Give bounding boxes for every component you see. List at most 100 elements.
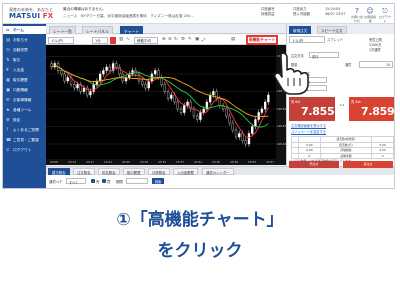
sidebar-item-home[interactable]: ⌂ ホーム xyxy=(3,26,46,34)
sidebar-item-logout[interactable]: ⎋ ログアウト xyxy=(3,146,46,154)
sell-price-panel[interactable]: 売 Bid 7.855 xyxy=(289,97,335,121)
candle-body xyxy=(66,77,69,82)
account2-value: 受入可能額 xyxy=(293,12,310,16)
candle-body xyxy=(192,108,196,117)
price-chart[interactable] xyxy=(46,45,276,159)
x-tick-label: 23:29 xyxy=(140,160,149,164)
news-line-2[interactable]: ニュース NYダウ一日高、米中通商協議進展を期待 ディズニー株は反落 200..… xyxy=(63,14,253,19)
buy-checkbox[interactable] xyxy=(102,179,106,183)
draw-icon[interactable]: ✎ xyxy=(188,37,192,42)
y-tick-label: 108.40 xyxy=(277,142,287,146)
sell-checkbox[interactable] xyxy=(91,179,95,183)
expand-icon[interactable]: ⤢ xyxy=(202,37,206,43)
candle-body xyxy=(98,73,102,82)
tab-account-inquiry[interactable]: 口座照会 xyxy=(148,168,170,175)
candle-body xyxy=(141,80,144,85)
sidebar-item-customer[interactable]: ✉ お客様情報 xyxy=(3,96,46,104)
history-icon: ▦ xyxy=(6,77,10,82)
sidebar-item-tools[interactable]: ★ 各種ツール xyxy=(3,106,46,114)
user-icon[interactable]: ☺ お客様情報 xyxy=(364,7,376,23)
order-tab-bar: 新規注文 スピード注文 xyxy=(287,24,394,34)
table-row: 0 証拠金額 0 xyxy=(290,152,394,159)
x-tick-label: 23:37 xyxy=(176,160,185,164)
help-icon[interactable]: ? お問い合わせ xyxy=(351,7,363,23)
camera-icon[interactable]: ▣ xyxy=(195,37,199,42)
chart-tab-bar: レート一覧 レートパネル チャート xyxy=(46,24,286,34)
candle-body xyxy=(144,84,147,89)
tab-orders[interactable]: 注文照会 xyxy=(73,168,95,175)
confirm-screen-link[interactable]: 注文確認画面を表示する xyxy=(291,123,326,128)
x-tick-label: 23:45 xyxy=(212,160,221,164)
filter-symbol-select[interactable]: すべて xyxy=(66,178,86,185)
line-icon[interactable]: ∿ xyxy=(126,37,130,42)
tab-new-order[interactable]: 新規注文 xyxy=(289,26,312,34)
zoom-in-icon[interactable]: ⊕ xyxy=(162,37,166,42)
candle-body xyxy=(218,98,222,106)
sidebar-item-faq[interactable]: ? よくあるご質問 xyxy=(3,126,46,134)
settings-icon[interactable]: ⚙ xyxy=(181,37,185,42)
logo-fx: FX xyxy=(42,12,54,20)
sidebar-item-feedback[interactable]: ☎ ご意見・ご要望 xyxy=(3,136,46,144)
logo[interactable]: MATSUI FX xyxy=(9,12,53,20)
sidebar-item-trade[interactable]: ⇅ 取引 xyxy=(3,56,46,64)
slippage-link[interactable]: スリッページを設定する xyxy=(291,129,326,134)
sidebar-item-settings[interactable]: ⚙ 設定 xyxy=(3,116,46,124)
tab-rate-panel[interactable]: レートパネル xyxy=(82,26,113,34)
tab-rate-list[interactable]: レート一覧 xyxy=(49,26,76,34)
tab-trade-history[interactable]: 取引履歴 xyxy=(123,168,145,175)
sidebar-item-account[interactable]: ▣ 口座情報 xyxy=(3,86,46,94)
candle-body xyxy=(89,91,92,96)
search-button[interactable]: 検索 xyxy=(152,178,165,184)
sidebar-item-auto-trade[interactable]: ◷ 自動売買 xyxy=(3,46,46,54)
candle-icon[interactable]: ▥ xyxy=(119,37,123,42)
tab-speed-order[interactable]: スピード注文 xyxy=(317,26,347,34)
clock-datetime: 06/07 23:57 xyxy=(325,12,346,16)
symbol-select[interactable]: ドル/円 xyxy=(48,36,74,44)
filter-period-label: 期間 xyxy=(116,180,123,184)
candle-body xyxy=(157,70,160,78)
candle-body xyxy=(251,126,254,134)
x-tick-label: 23:21 xyxy=(104,160,113,164)
candle-body xyxy=(153,70,157,75)
sidebar-item-history[interactable]: ▦ 取引履歴 xyxy=(3,76,46,84)
candle-body xyxy=(76,84,79,89)
quantity-input[interactable]: 10 xyxy=(359,61,393,68)
tab-deposit-history[interactable]: 入出金履歴 xyxy=(173,168,198,175)
sell-order-button[interactable]: 売注文 xyxy=(289,161,339,168)
star-icon: ★ xyxy=(6,107,10,112)
chart-type-button[interactable] xyxy=(110,36,116,44)
indicator-select[interactable]: 移動平均 xyxy=(134,36,158,44)
layout-icon[interactable]: ▤ xyxy=(231,37,235,42)
tab-positions[interactable]: 建玉照会 xyxy=(48,168,70,175)
candle-body xyxy=(267,94,270,103)
logout-icon[interactable]: ⎋ ログアウト xyxy=(379,7,391,23)
buy-price-panel[interactable]: 買 Ask 7.859 xyxy=(349,97,394,121)
notice-icon: ▤ xyxy=(6,37,10,42)
refresh-icon[interactable]: ↻ xyxy=(174,37,178,42)
sidebar-item-notices[interactable]: ▤ お知らせ xyxy=(3,36,46,44)
timeframe-select[interactable]: 1分 xyxy=(92,36,108,44)
candle-body xyxy=(234,129,238,138)
candle-body xyxy=(231,122,234,131)
candle-body xyxy=(170,94,173,99)
zoom-out-icon[interactable]: ⊖ xyxy=(168,37,172,42)
buy-order-button[interactable]: 買注文 xyxy=(343,161,393,168)
candle-body xyxy=(225,108,228,117)
sidebar-item-deposit[interactable]: ¥ 入出金 xyxy=(3,66,46,74)
order-symbol-select[interactable]: ドル/円 xyxy=(289,36,325,43)
home-icon: ⌂ xyxy=(6,27,9,32)
candle-body xyxy=(254,119,257,127)
advanced-chart-button[interactable]: 高機能チャート xyxy=(246,35,278,45)
chart-toolbar: ドル/円 1分 ▥ ∿ 移動平均 ⊕ ⊖ ↻ ⚙ ✎ ▣ ⤢ ▤ 高機能チャート xyxy=(46,35,286,45)
spread-label: スプレッド xyxy=(327,38,343,42)
tab-currency-calendar[interactable]: 通貨カレンダー xyxy=(202,168,234,175)
tab-chart[interactable]: チャート xyxy=(120,26,144,34)
buy-label: 買 Ask xyxy=(351,100,361,104)
news-line-1[interactable]: 最近の情報はありません。 xyxy=(63,7,253,12)
tab-executions[interactable]: 約定照会 xyxy=(98,168,120,175)
phone-icon: ☎ xyxy=(6,137,12,142)
app-screenshot: 資産の未来を、あなたと MATSUI FX 最近の情報はありません。 ニュース … xyxy=(2,3,395,189)
pointer-hand-icon xyxy=(274,52,309,95)
filter-period-select[interactable] xyxy=(126,178,148,184)
filter-symbol-label: 通貨ペア xyxy=(49,180,63,184)
